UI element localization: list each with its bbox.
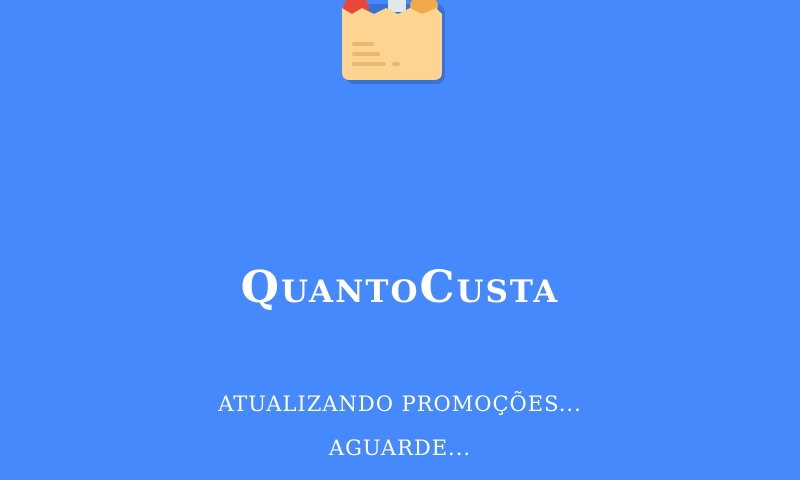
leaf-shape — [388, 0, 406, 12]
grocery-bag-icon — [342, 0, 445, 84]
status-updating-text: ATUALIZANDO PROMOÇÕES... — [218, 392, 582, 416]
status-wait-text: AGUARDE... — [328, 436, 472, 460]
app-title: QuantoCusta — [240, 262, 560, 313]
